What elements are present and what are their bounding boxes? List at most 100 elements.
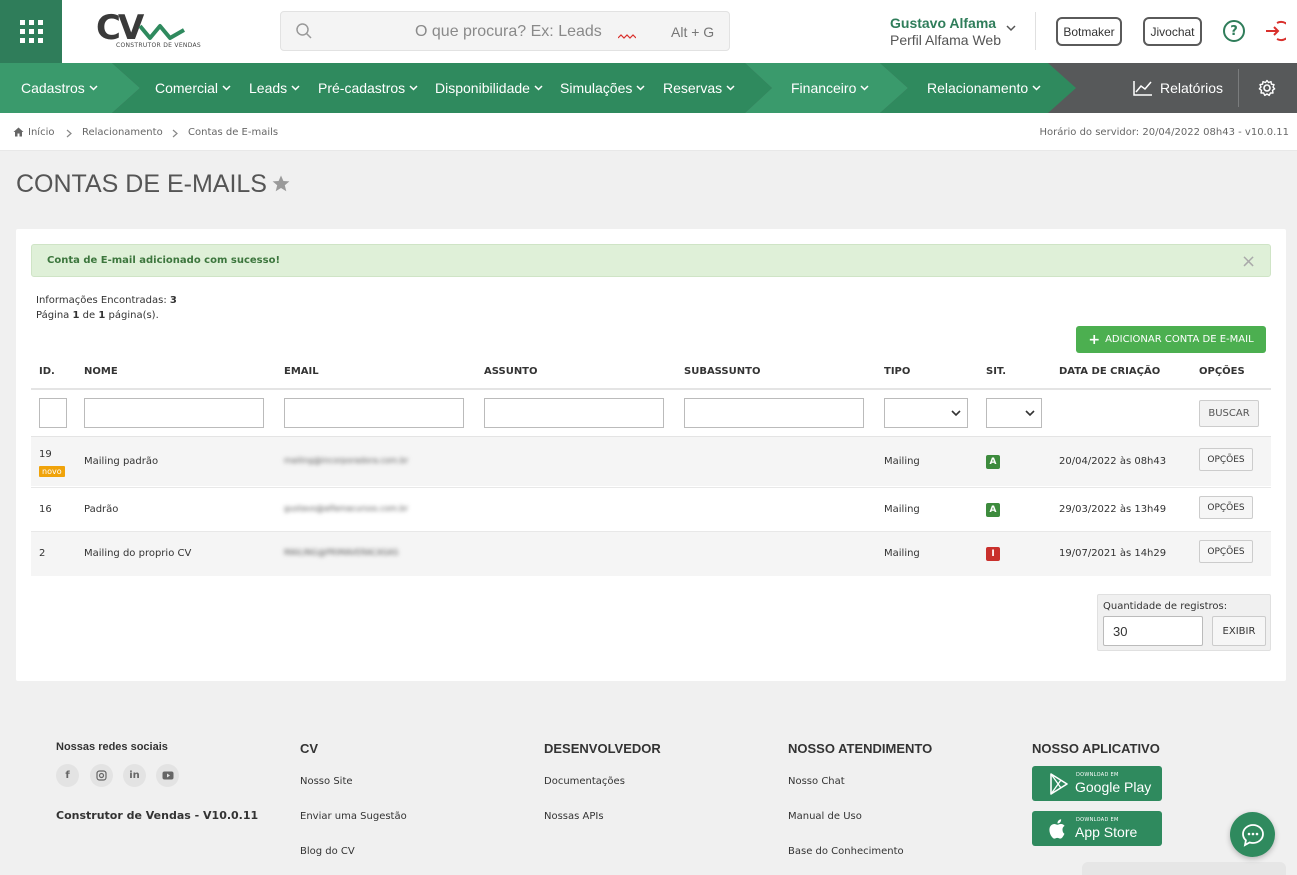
col-header-opcoes: OPÇÕES: [1199, 366, 1245, 377]
footer-app-title: NOSSO APLICATIVO: [1032, 741, 1160, 756]
row-id: 16: [39, 504, 52, 515]
row-name: Padrão: [84, 504, 119, 515]
nav-item-reservas[interactable]: Reservas: [663, 63, 735, 113]
nav-item-comercial[interactable]: Comercial: [155, 63, 231, 113]
chevron-right-icon: [66, 129, 72, 138]
chat-bubble-button[interactable]: [1230, 812, 1275, 857]
options-button[interactable]: OPÇÕES: [1199, 448, 1253, 471]
status-badge: A: [986, 455, 1000, 469]
close-icon[interactable]: ×: [1241, 251, 1256, 272]
col-header-assunto[interactable]: ASSUNTO: [484, 366, 538, 377]
header-divider: [1035, 12, 1036, 50]
linkedin-icon[interactable]: in: [123, 764, 146, 787]
status-badge: A: [986, 503, 1000, 517]
google-play-button[interactable]: DOWNLOAD EM Google Play: [1032, 766, 1162, 801]
nav-item-pre-cadastros[interactable]: Pré-cadastros: [318, 63, 418, 113]
youtube-icon[interactable]: [156, 764, 179, 787]
google-play-icon: [1050, 773, 1068, 795]
found-label: Informações Encontradas:: [36, 295, 167, 306]
nav-item-leads[interactable]: Leads: [249, 63, 300, 113]
table-row[interactable]: 2 Mailing do proprio CV MAILING@PRIMAVER…: [31, 531, 1271, 576]
nav-item-simulacoes[interactable]: Simulações: [560, 63, 645, 113]
gear-icon[interactable]: [1258, 79, 1276, 97]
chevron-down-icon: [222, 85, 231, 91]
botmaker-button[interactable]: Botmaker: [1056, 17, 1122, 46]
filter-subassunto-input[interactable]: [684, 398, 864, 428]
nav-label: Simulações: [560, 80, 633, 96]
footer-link-blog[interactable]: Blog do CV: [300, 846, 355, 857]
breadcrumb-relacionamento[interactable]: Relacionamento: [82, 127, 163, 138]
col-header-nome[interactable]: NOME: [84, 366, 118, 377]
page-suffix: página(s).: [108, 310, 159, 321]
success-alert: Conta de E-mail adicionado com sucesso! …: [31, 244, 1271, 277]
youtube-glyph: [162, 771, 173, 780]
facebook-icon[interactable]: f: [56, 764, 79, 787]
row-created: 29/03/2022 às 13h49: [1059, 504, 1167, 515]
col-header-subassunto[interactable]: SUBASSUNTO: [684, 366, 760, 377]
footer-link-suggestion[interactable]: Enviar uma Sugestão: [300, 811, 407, 822]
search-input[interactable]: O que procura? Ex: Leads: [415, 23, 602, 41]
nav-item-financeiro[interactable]: Financeiro: [791, 63, 869, 113]
logout-icon[interactable]: [1264, 20, 1286, 42]
nav-item-disponibilidade[interactable]: Disponibilidade: [435, 63, 543, 113]
col-header-data-criacao[interactable]: DATA DE CRIAÇÃO: [1059, 366, 1160, 377]
header-divider: [31, 388, 1271, 390]
jivochat-button[interactable]: Jivochat: [1143, 17, 1202, 46]
footer-link-docs[interactable]: Documentações: [544, 776, 625, 787]
options-button[interactable]: OPÇÕES: [1199, 496, 1253, 519]
footer-cv-title: CV: [300, 741, 319, 756]
options-button[interactable]: OPÇÕES: [1199, 540, 1253, 563]
footer-link-site[interactable]: Nosso Site: [300, 776, 353, 787]
apple-icon: [1049, 819, 1065, 839]
help-icon[interactable]: ?: [1223, 20, 1245, 42]
col-header-sit[interactable]: SIT.: [986, 366, 1006, 377]
col-header-id[interactable]: ID.: [39, 366, 55, 377]
filter-assunto-input[interactable]: [484, 398, 664, 428]
col-header-email[interactable]: EMAIL: [284, 366, 319, 377]
search-icon: [296, 23, 312, 39]
qty-label: Quantidade de registros:: [1103, 601, 1228, 612]
filter-nome-input[interactable]: [84, 398, 264, 428]
row-name: Mailing padrão: [84, 456, 159, 467]
footer-link-apis[interactable]: Nossas APIs: [544, 811, 604, 822]
table-row[interactable]: 19 novo Mailing padrão mailing@incorpora…: [31, 437, 1271, 486]
add-email-account-button[interactable]: + ADICIONAR CONTA DE E-MAIL: [1076, 326, 1266, 353]
filter-email-input[interactable]: [284, 398, 464, 428]
app-store-label: App Store: [1075, 824, 1138, 840]
search-button[interactable]: BUSCAR: [1199, 400, 1259, 427]
page-title: CONTAS DE E-MAILS: [16, 170, 267, 198]
nav-item-cadastros[interactable]: Cadastros: [21, 63, 98, 113]
row-name: Mailing do proprio CV: [84, 548, 192, 559]
chart-line-icon: [1133, 81, 1152, 96]
user-menu[interactable]: Gustavo Alfama Perfil Alfama Web: [890, 15, 1016, 48]
google-play-small: DOWNLOAD EM: [1076, 772, 1119, 778]
col-header-tipo[interactable]: TIPO: [884, 366, 910, 377]
filter-tipo-select[interactable]: [884, 398, 968, 428]
nav-item-relacionamento[interactable]: Relacionamento: [927, 63, 1041, 113]
footer-link-kb[interactable]: Base do Conhecimento: [788, 846, 904, 857]
nav-item-relatorios[interactable]: Relatórios: [1133, 63, 1223, 113]
show-button[interactable]: EXIBIR: [1212, 616, 1266, 646]
filter-sit-select[interactable]: [986, 398, 1042, 428]
footer-link-chat[interactable]: Nosso Chat: [788, 776, 845, 787]
footer-dev-title: DESENVOLVEDOR: [544, 741, 661, 756]
filter-id-input[interactable]: [39, 398, 67, 428]
cv-logo[interactable]: CV CONSTRUTOR DE VENDAS: [92, 8, 201, 54]
apps-menu-button[interactable]: [0, 0, 62, 63]
app-store-button[interactable]: DOWNLOAD EM App Store: [1032, 811, 1162, 846]
table-row[interactable]: 16 Padrão gustavo@alfamacursos.com.br Ma…: [31, 487, 1271, 531]
logo-subtitle: CONSTRUTOR DE VENDAS: [116, 42, 202, 49]
row-id: 2: [39, 548, 46, 559]
star-icon[interactable]: [272, 175, 290, 192]
qty-input[interactable]: 30: [1103, 616, 1203, 646]
nav-label: Relacionamento: [927, 80, 1029, 96]
search-shortcut: Alt + G: [671, 24, 715, 40]
user-profile: Perfil Alfama Web: [890, 32, 1002, 48]
instagram-icon[interactable]: [90, 764, 113, 787]
grid-icon: [19, 20, 43, 43]
chevron-down-icon: [534, 85, 543, 91]
breadcrumb-home[interactable]: Início: [28, 127, 54, 138]
global-search[interactable]: O que procura? Ex: Leads Alt + G: [280, 11, 730, 51]
nav-label: Disponibilidade: [435, 80, 530, 96]
footer-link-manual[interactable]: Manual de Uso: [788, 811, 862, 822]
